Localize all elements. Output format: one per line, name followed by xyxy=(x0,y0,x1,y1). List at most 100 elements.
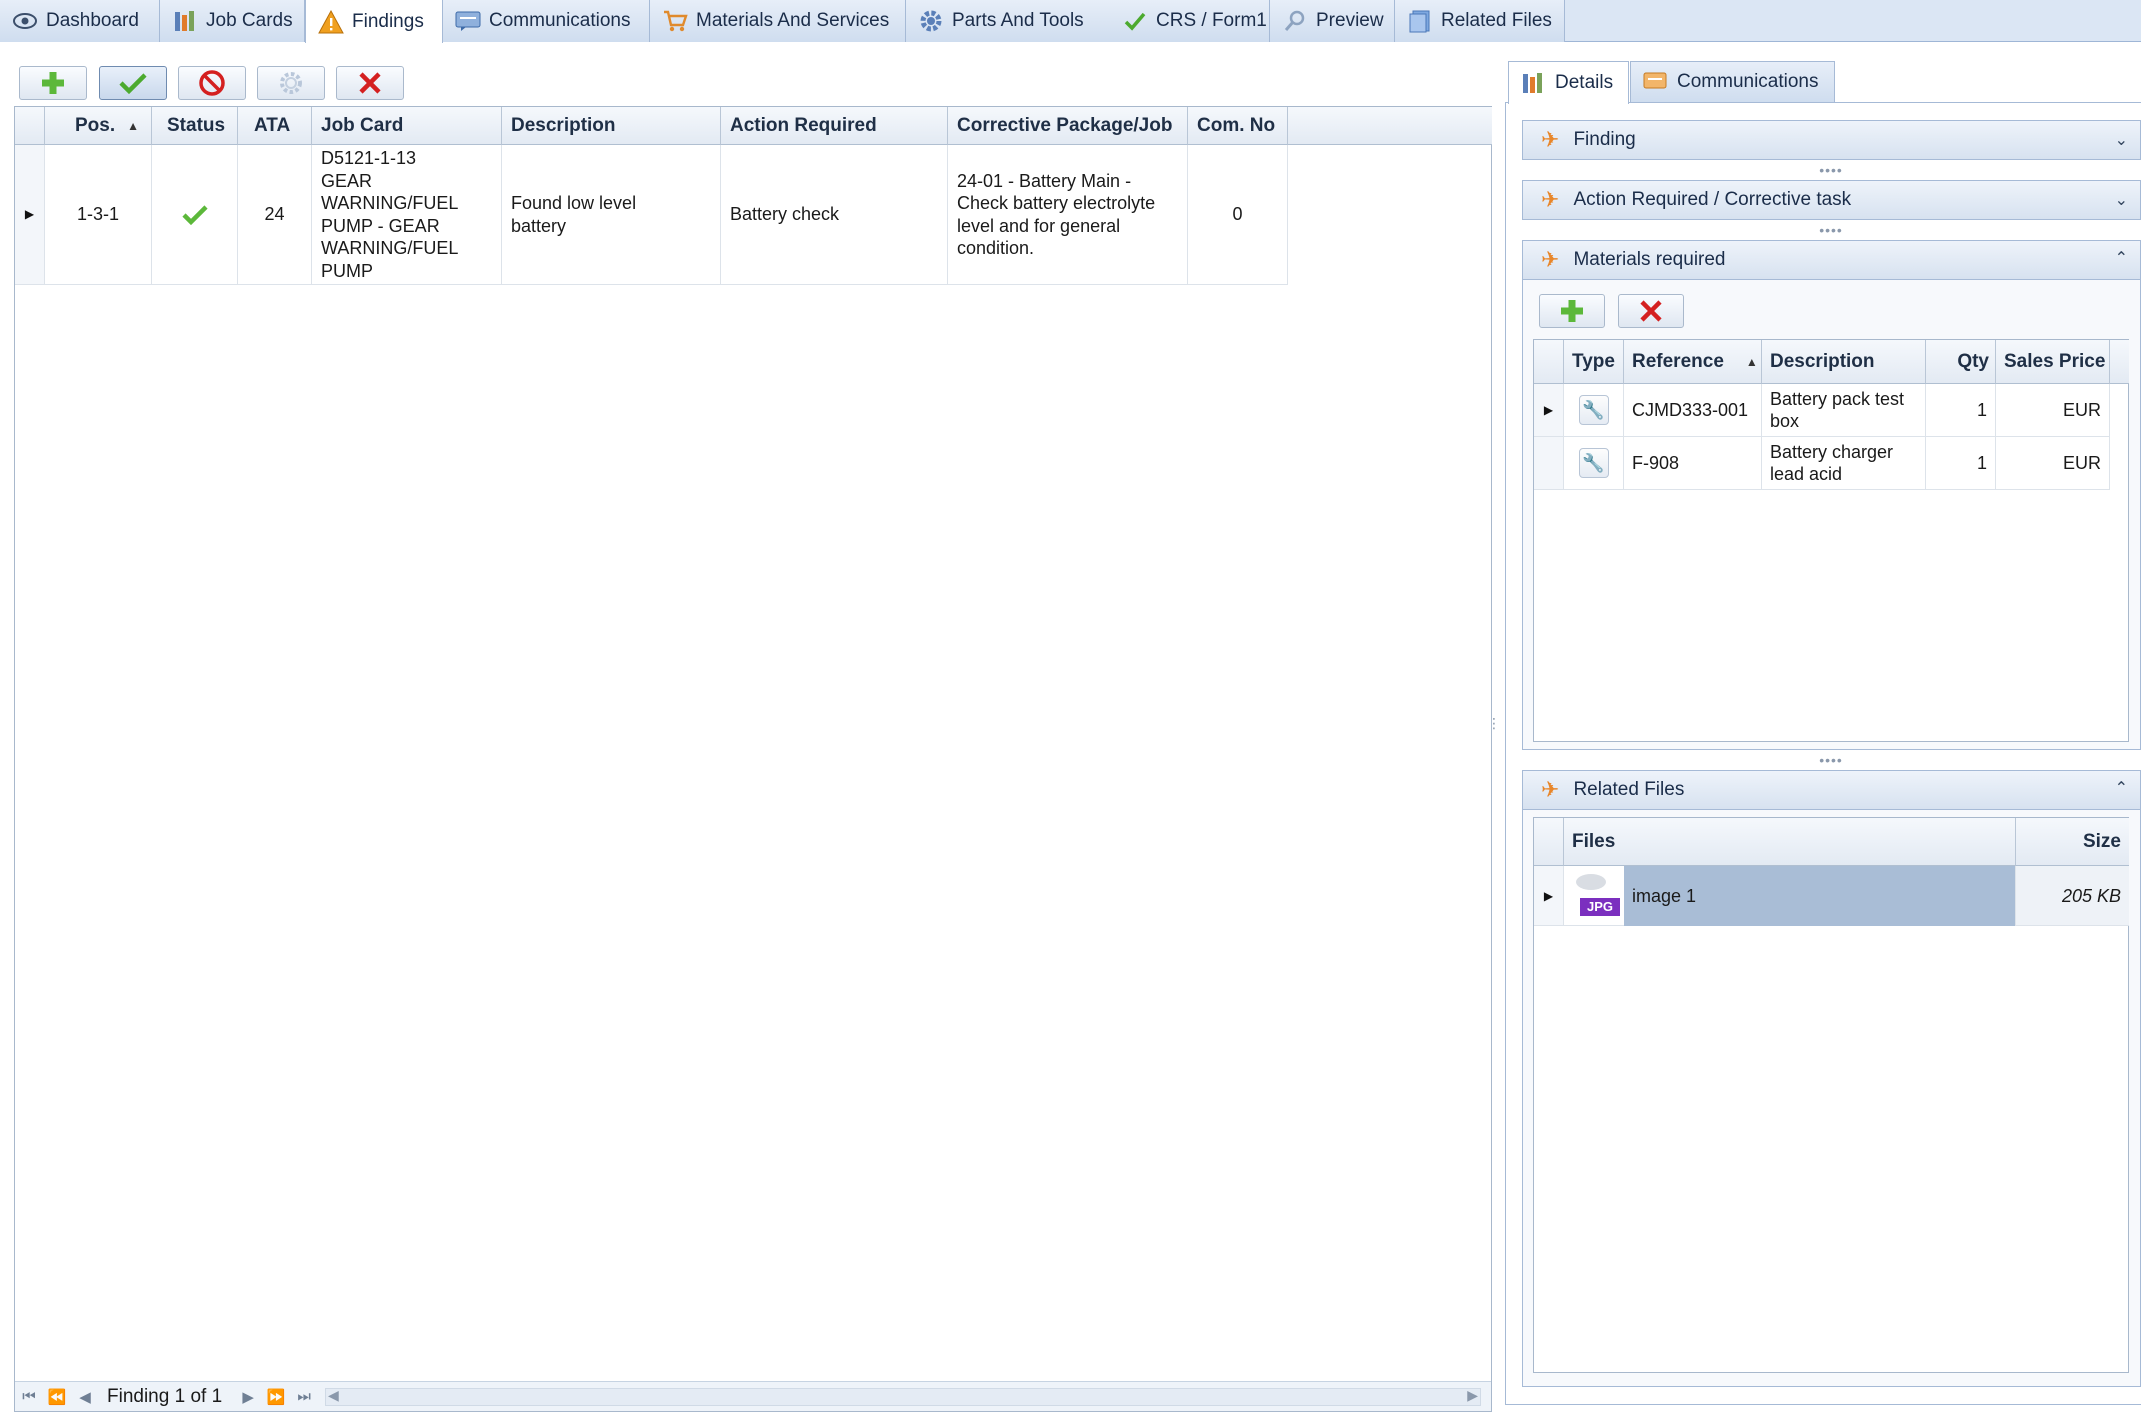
tab-details[interactable]: Details xyxy=(1508,61,1629,104)
scroll-right-icon[interactable]: ▶ xyxy=(1467,1387,1478,1404)
column-header-status[interactable]: Status xyxy=(152,107,238,145)
cell-text: Found low level battery xyxy=(511,193,637,236)
tab-label: CRS / Form1 xyxy=(1156,10,1267,31)
table-cell-com-no[interactable]: 0 xyxy=(1188,145,1288,285)
approve-button[interactable] xyxy=(99,66,167,100)
column-header-description[interactable]: Description xyxy=(502,107,721,145)
files-icon xyxy=(1407,8,1433,34)
table-cell-description[interactable]: Battery charger lead acid xyxy=(1762,437,1926,490)
column-header-qty[interactable]: Qty xyxy=(1926,340,1996,384)
tab-dashboard[interactable]: Dashboard xyxy=(0,0,160,42)
cell-text: 205 KB xyxy=(2061,885,2121,906)
table-cell-sales-price[interactable]: EUR xyxy=(1996,437,2110,490)
column-header-label: Files xyxy=(1572,830,1616,852)
chevron-down-icon[interactable]: ⌄ xyxy=(2115,130,2128,150)
wrench-icon: 🔧 xyxy=(1578,448,1609,478)
table-cell-ata[interactable]: 24 xyxy=(238,145,312,285)
delete-button[interactable] xyxy=(336,66,404,100)
materials-section-header[interactable]: ✈ Materials required ⌃ xyxy=(1522,240,2141,280)
communications-icon xyxy=(455,8,481,34)
table-cell-qty[interactable]: 1 xyxy=(1926,437,1996,490)
column-header-files[interactable]: Files xyxy=(1564,818,2016,866)
column-header-description[interactable]: Description xyxy=(1762,340,1926,384)
row-selected-arrow-icon: ▶ xyxy=(24,207,35,222)
tab-crs-form1[interactable]: CRS / Form1 xyxy=(1110,0,1270,42)
next-page-icon[interactable]: ⏩ xyxy=(262,1388,290,1406)
table-cell-qty[interactable]: 1 xyxy=(1926,384,1996,437)
communications-icon xyxy=(1643,72,1667,89)
column-header-com-no[interactable]: Com. No xyxy=(1188,107,1288,145)
splitter-grip[interactable]: •••• xyxy=(1816,163,1846,177)
table-cell-reference[interactable]: CJMD333-001 xyxy=(1624,384,1762,437)
related-files-table: Files Size ▶ JPG image 1 205 KB xyxy=(1533,817,2129,1373)
add-button[interactable] xyxy=(19,66,87,100)
settings-button[interactable] xyxy=(257,66,325,100)
tab-findings[interactable]: Findings xyxy=(305,0,443,43)
chevron-down-icon[interactable]: ⌄ xyxy=(2115,190,2128,210)
tab-label: Findings xyxy=(352,10,424,32)
table-cell-job-card[interactable]: D5121-1-13 GEAR WARNING/FUEL PUMP - GEAR… xyxy=(312,145,502,285)
add-icon xyxy=(1561,300,1583,322)
row-indicator[interactable]: ▶ xyxy=(1534,866,1564,926)
add-material-button[interactable] xyxy=(1539,294,1605,328)
cell-text: 0 xyxy=(1232,204,1243,225)
table-cell-pos[interactable]: 1-3-1 xyxy=(45,145,152,285)
row-indicator[interactable]: ▶ xyxy=(15,145,45,285)
splitter-grip[interactable]: •••• xyxy=(1816,753,1846,767)
tab-communications[interactable]: Communications xyxy=(443,0,650,42)
airplane-icon: ✈ xyxy=(1541,187,1560,212)
selected-file-name[interactable]: image 1 xyxy=(1624,865,2015,926)
next-record-icon[interactable]: ▶ xyxy=(234,1388,262,1406)
cell-text: F-908 xyxy=(1632,453,1680,473)
tab-related-files[interactable]: Related Files xyxy=(1395,0,1565,42)
table-cell-sales-price[interactable]: EUR xyxy=(1996,384,2110,437)
tab-job-cards[interactable]: Job Cards xyxy=(160,0,305,42)
column-header-action-required[interactable]: Action Required xyxy=(721,107,948,145)
cell-text: Battery check xyxy=(730,204,840,225)
section-title: Materials required xyxy=(1573,249,1726,270)
tab-panel-communications[interactable]: Communications xyxy=(1630,61,1835,103)
column-header-sales-price[interactable]: Sales Price xyxy=(1996,340,2110,384)
column-header-size[interactable]: Size xyxy=(2016,818,2129,866)
table-cell-reference[interactable]: F-908 xyxy=(1624,437,1762,490)
table-cell-description[interactable]: Battery pack test box xyxy=(1762,384,1926,437)
magnifier-icon xyxy=(1282,8,1308,34)
column-header-reference[interactable]: Reference ▲ xyxy=(1624,340,1762,384)
last-record-icon[interactable]: ⏭ xyxy=(290,1388,318,1405)
section-title: Related Files xyxy=(1573,779,1685,800)
tab-preview[interactable]: Preview xyxy=(1270,0,1395,42)
column-header-pos[interactable]: Pos. ▲ xyxy=(45,107,152,145)
first-record-icon[interactable]: ⏮ xyxy=(15,1388,43,1405)
delete-material-button[interactable] xyxy=(1618,294,1684,328)
column-header-corrective-package[interactable]: Corrective Package/Job xyxy=(948,107,1188,145)
cancel-button[interactable] xyxy=(178,66,246,100)
cell-text: EUR xyxy=(2062,400,2101,420)
table-cell-size[interactable]: 205 KB xyxy=(2016,866,2129,926)
table-cell-corrective-package[interactable]: 24-01 - Battery Main - Check battery ele… xyxy=(948,145,1188,285)
chevron-up-icon[interactable]: ⌃ xyxy=(2115,248,2128,268)
table-cell-description[interactable]: Found low level battery xyxy=(502,145,721,285)
splitter-grip[interactable]: •••• xyxy=(1816,223,1846,237)
horizontal-scrollbar[interactable]: ◀ ▶ xyxy=(325,1387,1481,1406)
table-cell-type[interactable]: 🔧 xyxy=(1564,384,1624,437)
table-cell-file[interactable]: JPG image 1 xyxy=(1564,865,2016,926)
table-cell-status[interactable] xyxy=(152,145,238,285)
finding-section-header[interactable]: ✈ Finding ⌄ xyxy=(1522,120,2141,160)
row-indicator[interactable] xyxy=(1534,437,1564,490)
main-tab-bar: Dashboard Job Cards Findings Communicati… xyxy=(0,0,2141,43)
column-header-ata[interactable]: ATA xyxy=(238,107,312,145)
previous-record-icon[interactable]: ◀ xyxy=(71,1388,99,1406)
scroll-left-icon[interactable]: ◀ xyxy=(328,1387,339,1404)
row-indicator[interactable]: ▶ xyxy=(1534,384,1564,437)
tab-materials-and-services[interactable]: Materials And Services xyxy=(650,0,906,42)
vertical-splitter-grip[interactable]: ⋮ xyxy=(1487,716,1501,730)
column-header-type[interactable]: Type xyxy=(1564,340,1624,384)
column-header-filler xyxy=(1288,107,1492,145)
column-header-job-card[interactable]: Job Card xyxy=(312,107,502,145)
table-cell-action-required[interactable]: Battery check xyxy=(721,145,948,285)
chevron-up-icon[interactable]: ⌃ xyxy=(2115,778,2128,798)
table-cell-type[interactable]: 🔧 xyxy=(1564,437,1624,490)
action-section-header[interactable]: ✈ Action Required / Corrective task ⌄ xyxy=(1522,180,2141,220)
previous-page-icon[interactable]: ⏪ xyxy=(43,1388,71,1406)
related-files-section-header[interactable]: ✈ Related Files ⌃ xyxy=(1522,770,2141,810)
